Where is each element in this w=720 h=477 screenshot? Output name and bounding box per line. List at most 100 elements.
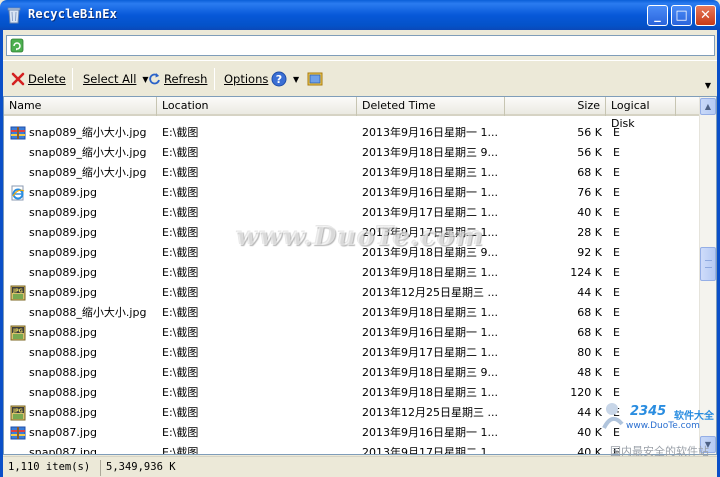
row-name: snap089_缩小大小.jpg bbox=[29, 166, 147, 179]
status-bar: 1,110 item(s) 5,349,936 K bbox=[3, 456, 717, 477]
row-disk: E bbox=[613, 446, 620, 455]
select-all-label: Select All bbox=[83, 72, 137, 86]
row-location: E:\截图 bbox=[162, 286, 199, 299]
row-name: snap087.jpg bbox=[29, 426, 97, 439]
svg-text:JPG: JPG bbox=[12, 329, 23, 335]
about-button[interactable] bbox=[307, 69, 323, 89]
table-row[interactable]: snap089.jpg E:\截图 2013年9月18日星期三 1... 124 K E bbox=[4, 263, 700, 283]
row-name: snap088.jpg bbox=[29, 346, 97, 359]
toolbar-overflow-icon[interactable]: ▼ bbox=[705, 81, 711, 90]
close-button[interactable]: ✕ bbox=[695, 5, 716, 26]
toolbar-separator bbox=[72, 68, 73, 90]
table-row[interactable]: snap089.jpg E:\截图 2013年9月17日星期二 1... 40 K E bbox=[4, 203, 700, 223]
table-row[interactable]: snap089.jpg E:\截图 2013年9月17日星期二 1... 28 K E bbox=[4, 223, 700, 243]
table-row[interactable]: JPG snap089.jpg E:\截图 2013年12月25日星期三 ... 44 … bbox=[4, 283, 700, 303]
scroll-up-button[interactable]: ▲ bbox=[700, 98, 716, 115]
row-location: E:\截图 bbox=[162, 266, 199, 279]
row-disk: E bbox=[613, 366, 620, 379]
jpg-icon: JPG bbox=[10, 285, 26, 301]
file-list: Name Location Deleted Time Size Logical … bbox=[3, 96, 717, 455]
row-name: snap089.jpg bbox=[29, 226, 97, 239]
table-row[interactable]: snap088_缩小大小.jpg E:\截图 2013年9月18日星期三 1... 6… bbox=[4, 303, 700, 323]
row-size: 68 K bbox=[577, 306, 602, 319]
jpg-icon: JPG bbox=[10, 405, 26, 421]
refresh-label: Refresh bbox=[164, 72, 208, 86]
title-bar: RecycleBinEx _ □ ✕ bbox=[0, 0, 720, 30]
row-disk: E bbox=[613, 126, 620, 139]
delete-button[interactable]: Delete bbox=[11, 69, 66, 89]
chevron-down-icon[interactable]: ▼ bbox=[293, 75, 299, 84]
status-item-count: 1,110 item(s) bbox=[5, 460, 101, 476]
row-size: 44 K bbox=[577, 406, 602, 419]
row-size: 40 K bbox=[577, 206, 602, 219]
table-row[interactable]: snap088.jpg E:\截图 2013年9月18日星期三 9... 48 K E bbox=[4, 363, 700, 383]
row-location: E:\截图 bbox=[162, 326, 199, 339]
row-deleted-time: 2013年9月18日星期三 9... bbox=[362, 246, 498, 259]
row-deleted-time: 2013年9月17日星期二 1... bbox=[362, 346, 498, 359]
row-deleted-time: 2013年12月25日星期三 ... bbox=[362, 406, 498, 419]
row-disk: E bbox=[613, 306, 620, 319]
row-deleted-time: 2013年9月18日星期三 1... bbox=[362, 266, 498, 279]
toolbar-separator bbox=[214, 68, 215, 90]
row-size: 68 K bbox=[577, 326, 602, 339]
row-disk: E bbox=[613, 246, 620, 259]
vertical-scrollbar[interactable]: ▲ ▼ bbox=[699, 97, 716, 454]
table-row[interactable]: snap088.jpg E:\截图 2013年9月17日星期二 1... 80 K E bbox=[4, 343, 700, 363]
select-all-button[interactable]: Select All ▼ bbox=[83, 69, 149, 89]
row-location: E:\截图 bbox=[162, 446, 199, 455]
row-location: E:\截图 bbox=[162, 186, 199, 199]
scroll-down-button[interactable]: ▼ bbox=[700, 436, 716, 453]
row-disk: E bbox=[613, 406, 620, 419]
table-row[interactable]: snap087.jpg E:\截图 2013年9月16日星期一 1... 40 K E bbox=[4, 423, 700, 443]
minimize-button[interactable]: _ bbox=[647, 5, 668, 26]
row-deleted-time: 2013年9月16日星期一 1... bbox=[362, 126, 498, 139]
row-deleted-time: 2013年9月17日星期二 1... bbox=[362, 446, 498, 455]
svg-text:JPG: JPG bbox=[12, 289, 23, 295]
row-deleted-time: 2013年9月18日星期三 9... bbox=[362, 366, 498, 379]
row-size: 44 K bbox=[577, 286, 602, 299]
help-button[interactable]: ? ▼ bbox=[271, 69, 299, 89]
row-deleted-time: 2013年9月16日星期一 1... bbox=[362, 426, 498, 439]
row-name: snap089.jpg bbox=[29, 266, 97, 279]
row-deleted-time: 2013年9月17日星期二 1... bbox=[362, 226, 498, 239]
row-size: 28 K bbox=[577, 226, 602, 239]
archive-icon bbox=[10, 425, 26, 441]
row-deleted-time: 2013年9月18日星期三 1... bbox=[362, 386, 498, 399]
table-row[interactable]: snap089_缩小大小.jpg E:\截图 2013年9月18日星期三 9... 5… bbox=[4, 143, 700, 163]
row-name: snap089.jpg bbox=[29, 246, 97, 259]
help-icon: ? bbox=[271, 71, 287, 87]
recycle-bin-icon bbox=[7, 7, 21, 24]
table-row[interactable] bbox=[4, 104, 700, 124]
refresh-button[interactable]: Refresh bbox=[148, 69, 207, 89]
row-size: 80 K bbox=[577, 346, 602, 359]
table-row[interactable]: snap089.jpg E:\截图 2013年9月16日星期一 1... 76 K E bbox=[4, 183, 700, 203]
row-size: 124 K bbox=[570, 266, 602, 279]
table-row[interactable]: JPG snap088.jpg E:\截图 2013年9月16日星期一 1... 68 … bbox=[4, 323, 700, 343]
row-location: E:\截图 bbox=[162, 146, 199, 159]
row-name: snap088.jpg bbox=[29, 406, 97, 419]
table-row[interactable]: snap087.jpg E:\截图 2013年9月17日星期二 1... 40 K E bbox=[4, 443, 700, 455]
address-field[interactable] bbox=[6, 35, 715, 56]
row-size: 48 K bbox=[577, 366, 602, 379]
row-name: snap088.jpg bbox=[29, 326, 97, 339]
options-button[interactable]: Options bbox=[224, 69, 268, 89]
delete-label: Delete bbox=[28, 72, 66, 86]
row-deleted-time: 2013年12月25日星期三 ... bbox=[362, 286, 498, 299]
scroll-thumb[interactable] bbox=[700, 247, 716, 281]
jpg-icon: JPG bbox=[10, 325, 26, 341]
row-disk: E bbox=[613, 386, 620, 399]
table-row[interactable]: JPG snap088.jpg E:\截图 2013年12月25日星期三 ... 44 … bbox=[4, 403, 700, 423]
table-row[interactable]: snap089_缩小大小.jpg E:\截图 2013年9月16日星期一 1... 5… bbox=[4, 123, 700, 143]
table-row[interactable]: snap088.jpg E:\截图 2013年9月18日星期三 1... 120 K E bbox=[4, 383, 700, 403]
row-disk: E bbox=[613, 146, 620, 159]
maximize-button[interactable]: □ bbox=[671, 5, 692, 26]
table-row[interactable]: snap089_缩小大小.jpg E:\截图 2013年9月18日星期三 1... 6… bbox=[4, 163, 700, 183]
delete-x-icon bbox=[11, 72, 25, 86]
table-row[interactable]: snap089.jpg E:\截图 2013年9月18日星期三 9... 92 K E bbox=[4, 243, 700, 263]
row-disk: E bbox=[613, 346, 620, 359]
info-window-icon bbox=[307, 72, 323, 86]
row-size: 56 K bbox=[577, 146, 602, 159]
row-name: snap088_缩小大小.jpg bbox=[29, 306, 147, 319]
row-disk: E bbox=[613, 286, 620, 299]
svg-text:JPG: JPG bbox=[12, 409, 23, 415]
